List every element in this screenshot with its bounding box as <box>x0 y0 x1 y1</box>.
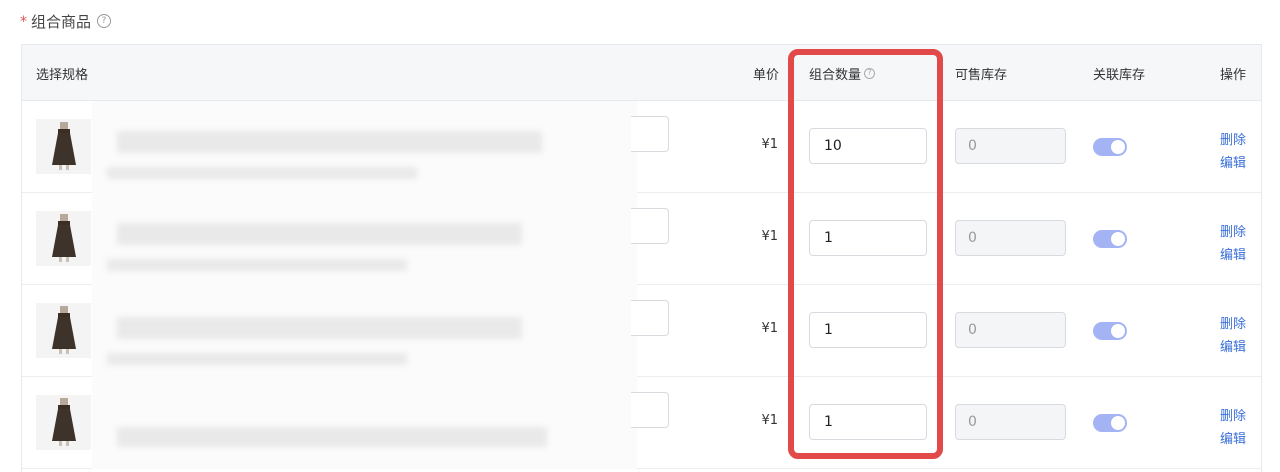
blurred-spec-info <box>92 285 637 377</box>
linked-stock-toggle[interactable] <box>1093 414 1127 432</box>
edit-link[interactable]: 编辑 <box>1220 244 1246 263</box>
skirt-product-image <box>36 395 91 450</box>
blurred-spec-info <box>92 377 637 469</box>
spec-select[interactable] <box>631 300 669 336</box>
question-circle-icon[interactable]: ? <box>97 14 112 28</box>
spec-select[interactable] <box>631 208 669 244</box>
header-quantity: 组合数量 ? <box>809 45 876 101</box>
skirt-icon <box>51 398 76 446</box>
toggle-knob <box>1111 416 1125 430</box>
linked-stock-toggle[interactable] <box>1093 138 1127 156</box>
unit-price: ¥1 <box>761 229 778 244</box>
skirt-product-image <box>36 303 91 358</box>
blurred-spec-info <box>92 193 637 285</box>
header-linked-stock: 关联库存 <box>1093 67 1146 83</box>
table-header: 选择规格 单价 组合数量 ? 可售库存 关联库存 操作 <box>22 45 1261 101</box>
linked-stock-toggle[interactable] <box>1093 322 1127 340</box>
edit-link[interactable]: 编辑 <box>1220 152 1246 171</box>
blurred-spec-info <box>92 101 637 193</box>
edit-link[interactable]: 编辑 <box>1220 336 1246 355</box>
delete-link[interactable]: 删除 <box>1220 221 1246 240</box>
delete-link[interactable]: 删除 <box>1220 405 1246 424</box>
available-stock-field: 0 <box>955 404 1066 440</box>
table-row: ¥1 1 0 删除 编辑 <box>22 377 1261 469</box>
header-actions: 操作 <box>1220 67 1247 83</box>
available-stock-field: 0 <box>955 312 1066 348</box>
unit-price: ¥1 <box>761 137 778 152</box>
quantity-input[interactable]: 1 <box>809 312 927 348</box>
spec-select[interactable] <box>631 392 669 428</box>
toggle-knob <box>1111 140 1125 154</box>
skirt-product-image <box>36 211 91 266</box>
header-spec: 选择规格 <box>36 67 89 83</box>
linked-stock-toggle[interactable] <box>1093 230 1127 248</box>
header-available-stock: 可售库存 <box>955 67 1008 83</box>
skirt-icon <box>51 122 76 170</box>
skirt-icon <box>51 214 76 262</box>
question-circle-icon[interactable]: ? <box>864 67 876 79</box>
skirt-icon <box>51 306 76 354</box>
quantity-input[interactable]: 1 <box>809 404 927 440</box>
quantity-input[interactable]: 1 <box>809 220 927 256</box>
table-row: ¥1 1 0 删除 编辑 <box>22 193 1261 285</box>
unit-price: ¥1 <box>761 321 778 336</box>
table-row: ¥1 1 0 删除 编辑 <box>22 285 1261 377</box>
quantity-input[interactable]: 10 <box>809 128 927 164</box>
edit-link[interactable]: 编辑 <box>1220 428 1246 447</box>
combo-goods-table: 选择规格 单价 组合数量 ? 可售库存 关联库存 操作 ¥1 10 0 删除 编… <box>21 44 1262 472</box>
header-price: 单价 <box>753 67 780 83</box>
delete-link[interactable]: 删除 <box>1220 129 1246 148</box>
delete-link[interactable]: 删除 <box>1220 313 1246 332</box>
toggle-knob <box>1111 324 1125 338</box>
section-title: * 组合商品 ? <box>20 10 112 32</box>
available-stock-field: 0 <box>955 128 1066 164</box>
header-quantity-label: 组合数量 <box>809 67 862 83</box>
available-stock-field: 0 <box>955 220 1066 256</box>
toggle-knob <box>1111 232 1125 246</box>
unit-price: ¥1 <box>761 413 778 428</box>
table-row: ¥1 10 0 删除 编辑 <box>22 101 1261 193</box>
section-title-text: 组合商品 <box>31 12 92 31</box>
required-mark: * <box>20 14 27 30</box>
skirt-product-image <box>36 119 91 174</box>
spec-select[interactable] <box>631 116 669 152</box>
